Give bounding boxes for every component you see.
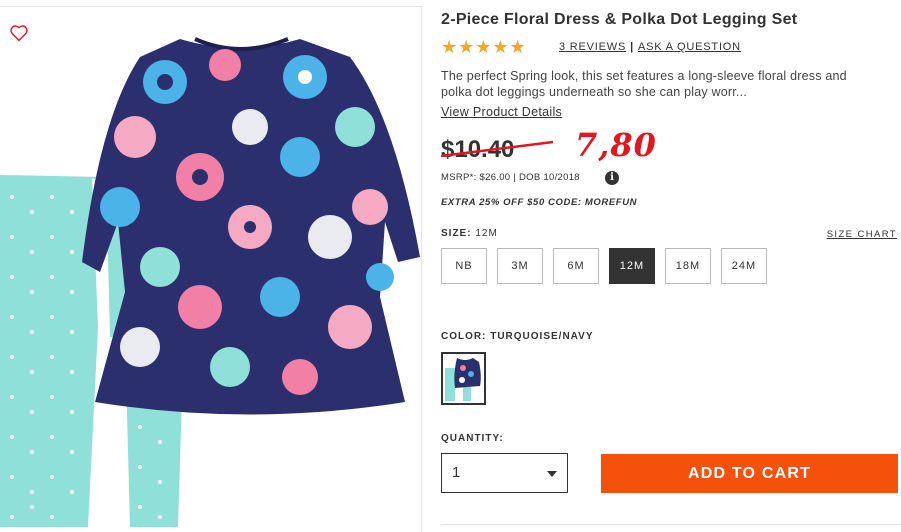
size-option-24m[interactable]: 24M [721,248,767,284]
ask-question-link[interactable]: ASK A QUESTION [638,41,741,53]
swatch-thumbnail [445,358,481,401]
msrp-info: MSRP*: $26.00 | DOB 10/2018 [441,172,580,183]
size-chart-link[interactable]: SIZE CHART [827,229,897,240]
size-option-12m[interactable]: 12M [609,248,655,284]
size-option-nb[interactable]: NB [441,248,487,284]
promo-text: EXTRA 25% OFF $50 CODE: MOREFUN [441,197,638,208]
divider [441,524,901,525]
chevron-down-icon [547,471,557,477]
size-option-18m[interactable]: 18M [665,248,711,284]
quantity-select[interactable]: 1 [441,453,568,493]
size-label-prefix: SIZE: [441,228,472,239]
size-option-6m[interactable]: 6M [553,248,599,284]
size-option-3m[interactable]: 3M [497,248,543,284]
product-description: The perfect Spring look, this set featur… [441,69,847,99]
quantity-value: 1 [452,464,461,481]
quantity-label: QUANTITY: [441,433,504,444]
dress-illustration [82,37,420,415]
view-product-details-link[interactable]: View Product Details [441,105,562,119]
size-options: NB 3M 6M 12M 18M 24M [441,248,777,284]
rating-stars[interactable]: ★★★★★ [441,37,527,58]
product-title: 2-Piece Floral Dress & Polka Dot Legging… [441,11,798,28]
size-label: SIZE: 12M [441,228,498,239]
product-image-panel [0,6,422,532]
heart-outline-icon[interactable] [9,24,29,42]
info-circle-icon[interactable]: i [605,171,619,185]
size-selected-value: 12M [475,228,498,239]
review-links: 3 REVIEWS | ASK A QUESTION [559,41,741,53]
reviews-link[interactable]: 3 REVIEWS [559,41,626,53]
add-to-cart-button[interactable]: ADD TO CART [601,454,898,493]
color-swatch-turquoise-navy[interactable] [441,352,486,405]
color-label: COLOR: TURQUOISE/NAVY [441,331,594,342]
price-strikethrough-mark [441,140,554,158]
handwritten-new-price: 7,80 [575,126,657,164]
product-image[interactable] [0,7,422,532]
link-separator: | [630,41,634,53]
product-details: 2-Piece Floral Dress & Polka Dot Legging… [441,0,901,532]
